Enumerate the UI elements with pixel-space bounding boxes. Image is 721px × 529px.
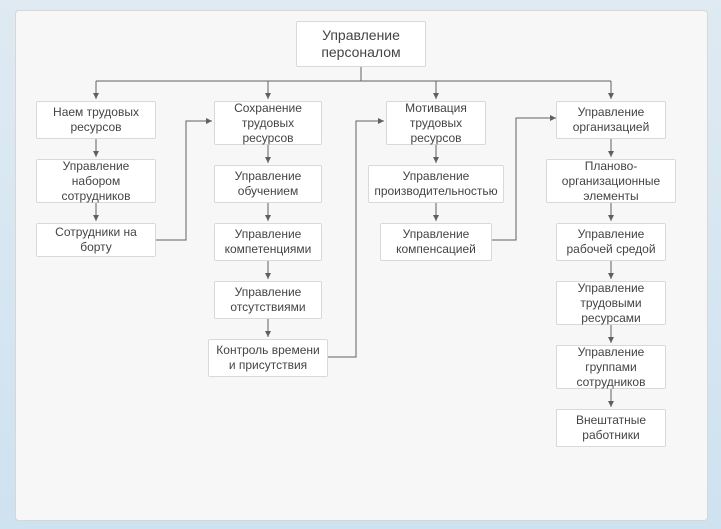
node-labor-resources: Управление трудовыми ресурсами [556, 281, 666, 325]
node-root: Управление персоналом [296, 21, 426, 67]
node-org-management: Управление организацией [556, 101, 666, 139]
node-competency-management: Управление компетенциями [214, 223, 322, 261]
node-compensation-management: Управление компенсацией [380, 223, 492, 261]
diagram-panel: Управление персоналом Наем трудовых ресу… [15, 10, 708, 521]
node-recruitment-management: Управление набором сотрудников [36, 159, 156, 203]
node-retain-resources: Сохранение трудовых ресурсов [214, 101, 322, 145]
node-performance-management: Управление производительностью [368, 165, 504, 203]
node-external-workers: Внештатные работники [556, 409, 666, 447]
node-onboard-employees: Сотрудники на борту [36, 223, 156, 257]
node-time-attendance: Контроль времени и присутствия [208, 339, 328, 377]
node-employee-groups: Управление группами сотрудников [556, 345, 666, 389]
node-absence-management: Управление отсутствиями [214, 281, 322, 319]
node-motivation: Мотивация трудовых ресурсов [386, 101, 486, 145]
node-planning-org-elements: Планово-организационные элементы [546, 159, 676, 203]
node-training-management: Управление обучением [214, 165, 322, 203]
node-hiring-resources: Наем трудовых ресурсов [36, 101, 156, 139]
node-work-environment: Управление рабочей средой [556, 223, 666, 261]
